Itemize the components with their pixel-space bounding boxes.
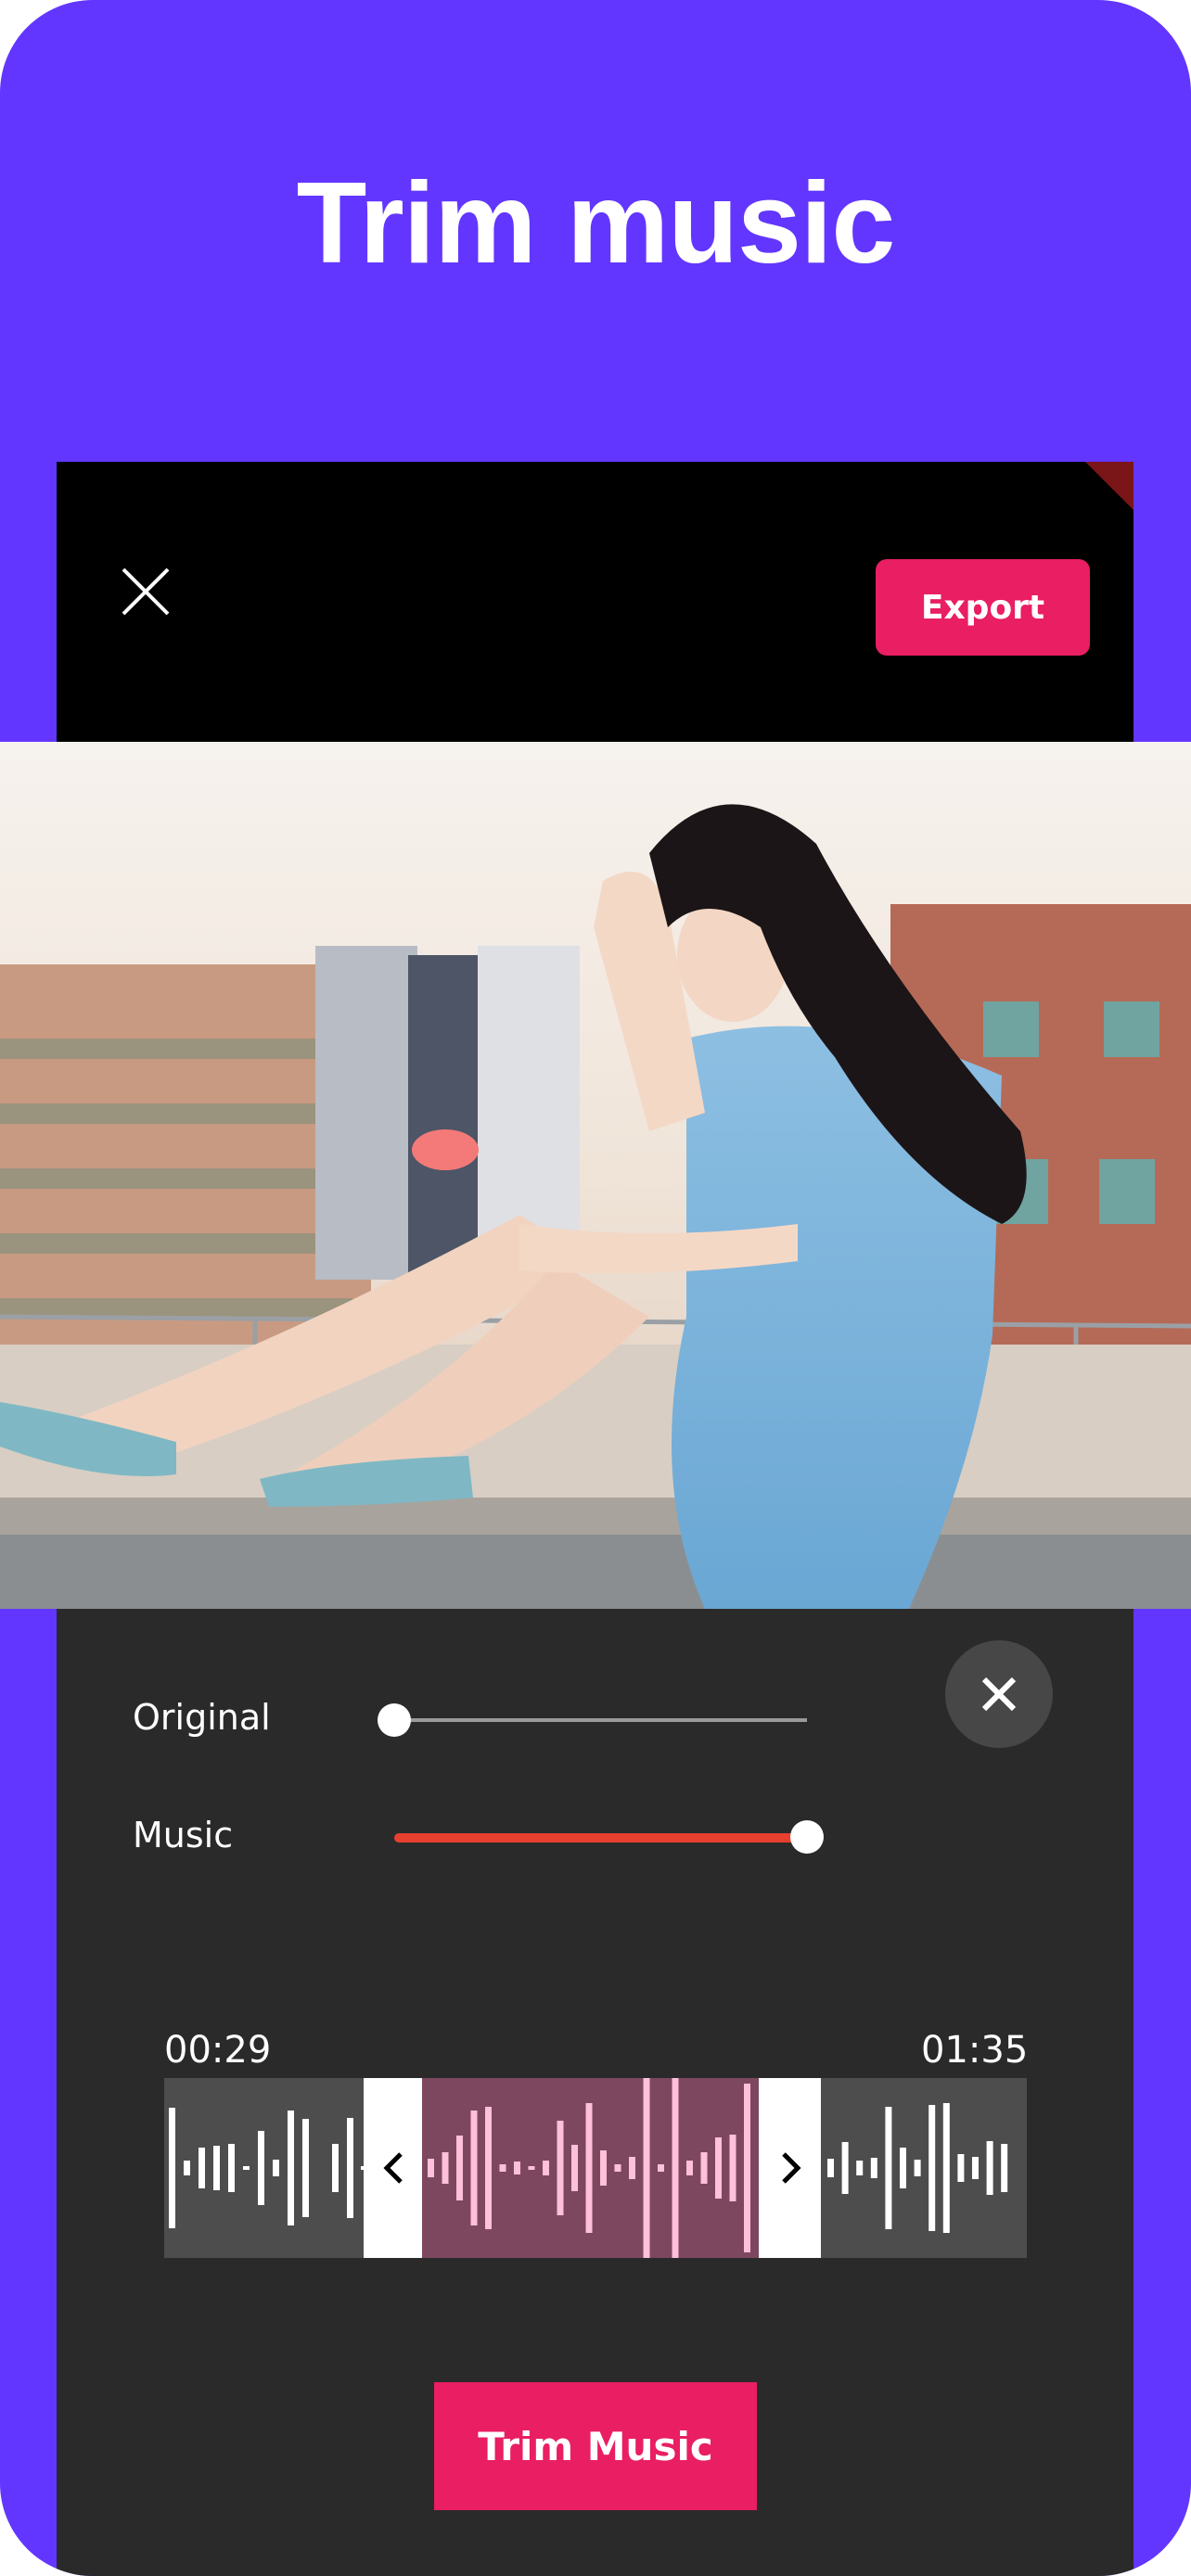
wave-bar: [198, 2148, 205, 2188]
trim-end-time: 01:35: [921, 2029, 1029, 2072]
wave-bar: [841, 2142, 849, 2194]
corner-decoration: [1085, 462, 1133, 510]
wave-bar: [361, 2166, 367, 2170]
wave-bar: [658, 2164, 664, 2172]
app-screen: Trim music Export Original Music 00:29 0…: [0, 0, 1191, 2576]
unselected-region-right: [821, 2078, 1027, 2258]
preview-image: [0, 742, 1191, 1609]
wave-bar: [686, 2161, 693, 2175]
wave-bar: [614, 2164, 621, 2172]
wave-bar: [928, 2105, 936, 2231]
close-icon: [122, 567, 170, 616]
original-volume-label: Original: [133, 1697, 271, 1738]
wave-bar: [243, 2166, 250, 2170]
wave-bar: [914, 2160, 921, 2176]
trim-music-button[interactable]: Trim Music: [434, 2382, 757, 2510]
page-title: Trim music: [296, 159, 896, 287]
wave-bar: [870, 2158, 877, 2178]
close-audio-panel-button[interactable]: [945, 1640, 1053, 1748]
wave-bar: [528, 2166, 535, 2170]
wave-bar: [629, 2157, 635, 2179]
wave-bar: [332, 2144, 339, 2192]
wave-bar: [184, 2161, 190, 2175]
wave-bar: [729, 2135, 736, 2201]
wave-bar: [715, 2137, 722, 2199]
wave-bar: [885, 2107, 892, 2229]
wave-bar: [302, 2119, 309, 2217]
right-trim-handle[interactable]: [759, 2078, 821, 2258]
music-volume-label: Music: [133, 1815, 234, 1855]
wave-bar: [456, 2136, 463, 2200]
wave-bar: [957, 2154, 965, 2182]
wave-bar: [347, 2118, 353, 2218]
wave-bar: [442, 2152, 449, 2184]
close-icon: [981, 1677, 1017, 1712]
wave-bar: [514, 2162, 520, 2174]
wave-bar: [288, 2111, 294, 2225]
wave-bar: [485, 2107, 492, 2229]
editor-header: Export: [57, 462, 1133, 742]
wave-bar: [169, 2108, 175, 2228]
wave-bar: [258, 2131, 264, 2205]
wave-bar: [900, 2148, 906, 2188]
wave-bar: [428, 2159, 434, 2177]
trim-start-time: 00:29: [164, 2029, 272, 2072]
video-preview: [0, 742, 1191, 1609]
wave-bar: [856, 2161, 864, 2175]
music-volume-track[interactable]: [394, 1833, 807, 1843]
wave-bar: [557, 2121, 564, 2215]
waveform-trimmer[interactable]: [164, 2078, 1027, 2258]
wave-bar: [213, 2146, 220, 2190]
original-volume-thumb[interactable]: [378, 1703, 411, 1737]
wave-bar: [700, 2152, 708, 2184]
music-volume-thumb[interactable]: [790, 1820, 824, 1854]
wave-bar: [571, 2145, 578, 2191]
wave-bar: [972, 2157, 979, 2179]
wave-bar: [942, 2103, 950, 2233]
export-button[interactable]: Export: [876, 559, 1090, 656]
wave-bar: [228, 2144, 235, 2192]
wave-bar: [986, 2141, 993, 2195]
wave-bar: [744, 2084, 750, 2252]
wave-bar: [543, 2161, 549, 2175]
close-editor-button[interactable]: [118, 564, 173, 619]
wave-bar: [1001, 2144, 1008, 2192]
wave-bar: [672, 2078, 679, 2258]
wave-bar: [470, 2111, 478, 2225]
wave-bar: [827, 2159, 834, 2177]
left-trim-handle[interactable]: [364, 2078, 422, 2258]
wave-bar: [600, 2150, 607, 2186]
wave-bar: [273, 2160, 279, 2176]
wave-bar: [585, 2103, 593, 2233]
wave-bar: [499, 2164, 506, 2172]
original-volume-track[interactable]: [394, 1718, 807, 1722]
wave-bar: [643, 2078, 650, 2258]
